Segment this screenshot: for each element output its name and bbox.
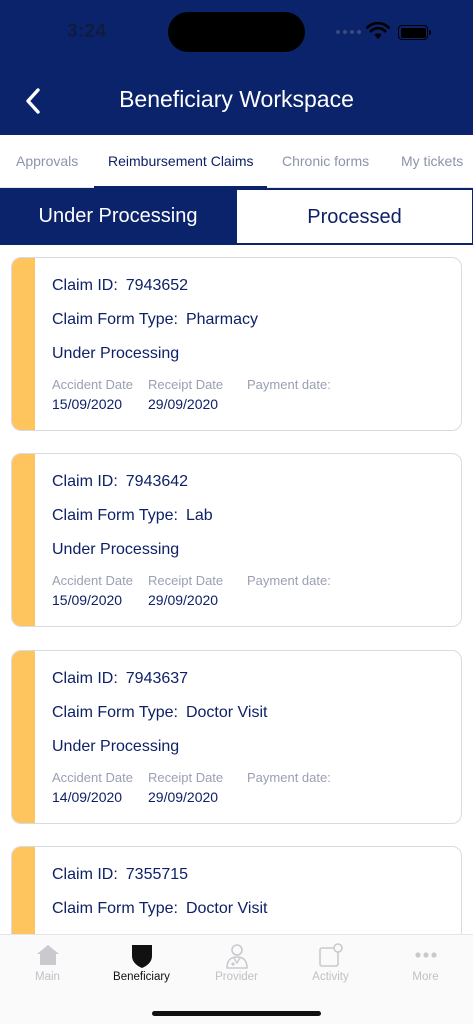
status-time: 3:24	[67, 21, 107, 42]
form-type-value: Doctor Visit	[185, 900, 268, 917]
claim-id-label: Claim ID:	[52, 866, 118, 883]
page-title: Beneficiary Workspace	[119, 86, 354, 112]
home-icon	[36, 945, 59, 965]
status-segmented-control: Under Processing Processed	[0, 188, 473, 245]
accident-date-value: 15/09/2020	[52, 396, 123, 412]
claim-id-value: 7943637	[125, 670, 189, 687]
tabbar-beneficiary[interactable]: Beneficiary	[94, 935, 189, 995]
header: 3:24 Beneficiary Workspace	[0, 0, 473, 135]
receipt-date-value: 29/09/2020	[148, 789, 219, 805]
form-type-label: Claim Form Type:	[52, 311, 178, 328]
claim-card[interactable]: Claim ID: 7355715 Claim Form Type: Doctor …	[11, 846, 462, 934]
claim-id-value: 7943642	[125, 473, 189, 490]
segment-processed[interactable]: Processed	[236, 189, 473, 244]
segment-under-processing[interactable]: Under Processing	[0, 188, 236, 245]
claim-status: Under Processing	[52, 541, 180, 558]
form-type-row: Claim Form Type: Pharmacy	[52, 311, 258, 329]
tabbar-label: Provider	[215, 971, 258, 983]
claim-id-label: Claim ID:	[52, 277, 118, 294]
tab-chronic-forms[interactable]: Chronic forms	[282, 135, 369, 188]
claims-list[interactable]: Claim ID: 7943652 Claim Form Type: Pharmac…	[0, 245, 473, 934]
claim-id-label: Claim ID:	[52, 473, 118, 490]
form-type-value: Lab	[185, 507, 213, 524]
doctor-icon	[225, 944, 248, 969]
tabbar-main[interactable]: Main	[0, 935, 95, 995]
form-type-label: Claim Form Type:	[52, 704, 178, 721]
form-type-row: Claim Form Type: Lab	[52, 507, 213, 525]
signal-icon	[336, 30, 361, 34]
claim-card[interactable]: Claim ID: 7943637 Claim Form Type: Doctor …	[11, 650, 462, 824]
receipt-date-label: Receipt Date	[148, 573, 224, 588]
accident-date-label: Accident Date	[52, 770, 133, 785]
form-type-label: Claim Form Type:	[52, 900, 178, 917]
form-type-label: Claim Form Type:	[52, 507, 178, 524]
more-icon	[414, 952, 437, 958]
dynamic-island	[168, 12, 305, 52]
status-color-bar	[12, 651, 35, 823]
tabbar-activity[interactable]: Activity	[283, 935, 378, 995]
claim-id-row: Claim ID: 7943652	[52, 277, 188, 295]
status-icons	[336, 22, 436, 42]
tabbar-more[interactable]: More	[378, 935, 473, 995]
payment-date-label: Payment date:	[247, 377, 331, 392]
form-type-row: Claim Form Type: Doctor Visit	[52, 900, 267, 918]
receipt-date-label: Receipt Date	[148, 770, 224, 785]
claim-id-row: Claim ID: 7355715	[52, 866, 188, 884]
claim-card[interactable]: Claim ID: 7943642 Claim Form Type: Lab Und…	[11, 453, 462, 627]
shield-icon	[131, 945, 152, 968]
form-type-row: Claim Form Type: Doctor Visit	[52, 704, 267, 722]
claim-id-value: 7943652	[125, 277, 189, 294]
receipt-date-value: 29/09/2020	[148, 396, 219, 412]
home-indicator	[152, 1011, 321, 1016]
tabbar-label: Main	[35, 971, 60, 983]
accident-date-value: 14/09/2020	[52, 789, 123, 805]
accident-date-value: 15/09/2020	[52, 592, 123, 608]
claim-id-value: 7355715	[125, 866, 189, 883]
notification-icon	[318, 943, 343, 967]
battery-icon	[398, 25, 431, 40]
tabbar-provider[interactable]: Provider	[189, 935, 284, 995]
tabbar-label: More	[412, 971, 439, 983]
tab-reimbursement-claims[interactable]: Reimbursement Claims	[108, 135, 253, 188]
tabbar-label: Activity	[312, 971, 349, 983]
receipt-date-label: Receipt Date	[148, 377, 224, 392]
status-color-bar	[12, 454, 35, 626]
claim-card[interactable]: Claim ID: 7943652 Claim Form Type: Pharmac…	[11, 257, 462, 431]
status-color-bar	[12, 847, 35, 934]
claim-id-row: Claim ID: 7943642	[52, 473, 188, 491]
tab-my-tickets[interactable]: My tickets	[401, 135, 463, 188]
form-type-value: Doctor Visit	[185, 704, 268, 721]
tab-strip: Approvals Reimbursement Claims Chronic f…	[0, 135, 473, 188]
claim-status: Under Processing	[52, 345, 180, 362]
tab-approvals[interactable]: Approvals	[16, 135, 78, 188]
tabbar-label: Beneficiary	[113, 971, 170, 983]
wifi-icon	[366, 22, 390, 39]
payment-date-label: Payment date:	[247, 573, 331, 588]
form-type-value: Pharmacy	[185, 311, 258, 328]
payment-date-label: Payment date:	[247, 770, 331, 785]
accident-date-label: Accident Date	[52, 377, 133, 392]
status-color-bar	[12, 258, 35, 430]
accident-date-label: Accident Date	[52, 573, 133, 588]
claim-status: Under Processing	[52, 738, 180, 755]
claim-id-row: Claim ID: 7943637	[52, 670, 188, 688]
receipt-date-value: 29/09/2020	[148, 592, 219, 608]
claim-id-label: Claim ID:	[52, 670, 118, 687]
